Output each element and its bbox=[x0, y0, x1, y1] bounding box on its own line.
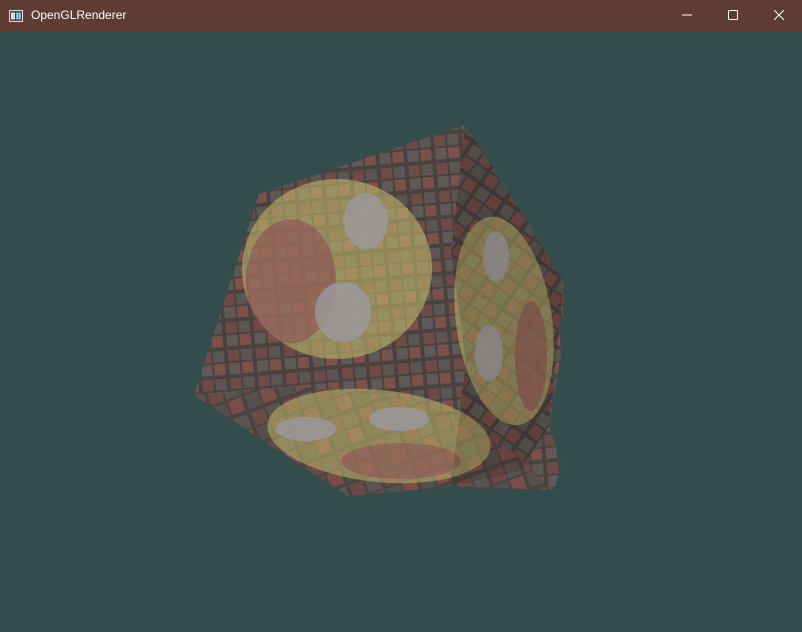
close-icon bbox=[773, 7, 785, 25]
minimize-icon bbox=[682, 7, 692, 25]
maximize-icon bbox=[728, 7, 738, 25]
minimize-button[interactable] bbox=[664, 0, 710, 31]
face-eye-bottom-left bbox=[276, 417, 336, 441]
render-viewport[interactable] bbox=[1, 31, 801, 631]
maximize-button[interactable] bbox=[710, 0, 756, 31]
close-button[interactable] bbox=[756, 0, 802, 31]
title-bar[interactable]: OpenGLRenderer bbox=[0, 0, 802, 31]
window-title: OpenGLRenderer bbox=[31, 8, 127, 22]
face-eye-front-top bbox=[344, 193, 388, 249]
face-eye-front-bottom bbox=[315, 282, 371, 342]
rendered-cube bbox=[194, 125, 564, 496]
face-eye-bottom-right bbox=[369, 407, 429, 431]
face-inner-bottom bbox=[341, 443, 461, 479]
app-window-icon bbox=[9, 9, 23, 22]
app-window: OpenGLRenderer bbox=[0, 0, 802, 632]
